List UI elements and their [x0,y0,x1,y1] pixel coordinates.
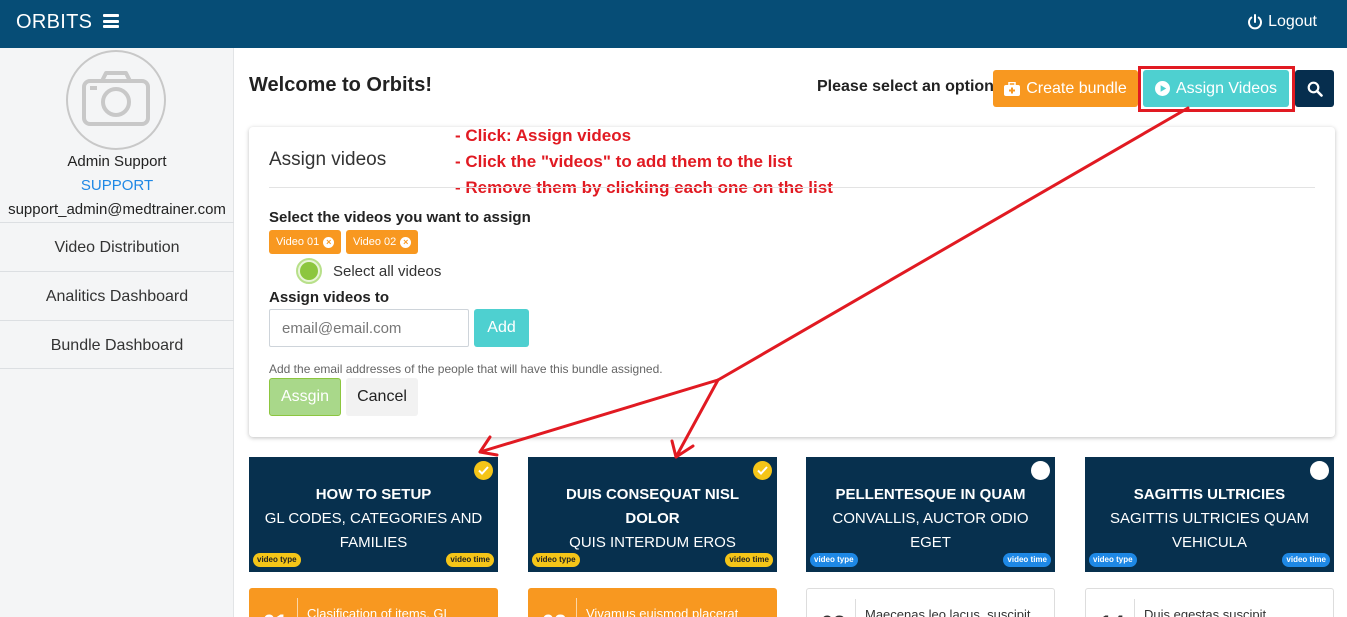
add-email-button[interactable]: Add [474,309,529,347]
video-title: HOW TO SETUP GL CODES, CATEGORIES AND FA… [259,483,488,555]
video-subtitle: QUIS INTERDUM EROS [569,534,736,551]
assign-button[interactable]: Assgin [269,378,341,416]
email-input[interactable] [269,309,469,347]
user-name: Admin Support [67,153,167,170]
top-navbar: ORBITS Logout [0,0,1347,48]
video-type-badge: video type [253,553,301,567]
video-title-text: DUIS CONSEQUAT NISL DOLOR [565,486,740,527]
avatar [66,50,166,150]
list-item-number: 02 [542,610,566,617]
medkit-icon [1004,81,1021,96]
video-subtitle: GL CODES, CATEGORIES AND FAMILIES [264,510,483,551]
divider [297,598,298,617]
assign-to-label: Assign videos to [269,289,390,306]
create-bundle-button[interactable]: Create bundle [993,70,1138,107]
cancel-button[interactable]: Cancel [346,378,418,416]
create-bundle-label: Create bundle [1026,79,1127,97]
selected-check-icon [753,461,772,480]
video-type-badge: video type [1089,553,1137,567]
search-button[interactable] [1295,70,1334,107]
list-item[interactable]: 03 Maecenas leo lacus, suscipit [806,588,1055,617]
page-title: Welcome to Orbits! [249,74,432,96]
video-type-badge: video type [532,553,580,567]
list-item-number: 01 [263,610,287,617]
list-item-text: Clasification of items, GL [307,606,451,617]
user-role: SUPPORT [80,177,154,194]
video-title-text: PELLENTESQUE IN QUAM [835,486,1026,503]
list-item-text: Maecenas leo lacus, suscipit [865,607,1031,617]
sidebar-item-bundle-dashboard[interactable]: Bundle Dashboard [0,320,234,369]
divider [576,598,577,617]
sidebar: Admin Support SUPPORT support_admin@medt… [0,48,234,617]
list-item-number: 14 [1100,611,1124,617]
video-card[interactable]: DUIS CONSEQUAT NISL DOLOR QUIS INTERDUM … [528,457,777,572]
annotation-highlight-box [1138,66,1295,112]
logout-label: Logout [1268,13,1317,30]
assign-videos-panel: Assign videos - Click: Assign videos - C… [249,126,1335,437]
select-option-label: Please select an option [817,78,994,95]
power-icon [1248,14,1263,30]
select-all-label: Select all videos [333,263,442,280]
video-time-badge: video time [1003,553,1051,567]
remove-chip-icon[interactable]: × [323,236,335,248]
divider [1134,599,1135,617]
video-title: PELLENTESQUE IN QUAM CONVALLIS, AUCTOR O… [816,483,1045,555]
video-card[interactable]: SAGITTIS ULTRICIES SAGITTIS ULTRICIES QU… [1085,457,1334,572]
selected-video-chip[interactable]: Video 01 × [269,230,342,254]
search-icon [1307,81,1323,97]
selected-check-icon [474,461,493,480]
video-subtitle: SAGITTIS ULTRICIES QUAM VEHICULA [1110,510,1309,551]
video-card[interactable]: PELLENTESQUE IN QUAM CONVALLIS, AUCTOR O… [806,457,1055,572]
select-all-toggle[interactable] [296,258,322,284]
divider [855,599,856,617]
instruction-line: - Click the "videos" to add them to the … [455,152,793,171]
video-type-badge: video type [810,553,858,567]
video-time-badge: video time [446,553,494,567]
instruction-line: - Remove them by clicking each one on th… [455,178,833,197]
video-time-badge: video time [1282,553,1330,567]
list-item-text: Vivamus euismod placerat [586,606,739,617]
brand-logo[interactable]: ORBITS [16,11,92,34]
user-email: support_admin@medtrainer.com [8,201,226,218]
select-videos-label: Select the videos you want to assign [269,209,531,226]
sidebar-item-video-distribution[interactable]: Video Distribution [0,222,234,271]
unselected-circle-icon [1031,461,1050,480]
help-text: Add the email addresses of the people th… [269,362,663,376]
video-time-badge: video time [725,553,773,567]
unselected-circle-icon [1310,461,1329,480]
list-item[interactable]: 14 Duis egestas suscipit [1085,588,1334,617]
video-title-text: SAGITTIS ULTRICIES [1133,486,1286,503]
remove-chip-icon[interactable]: × [400,236,412,248]
list-item-number: 03 [821,611,845,617]
list-item[interactable]: 01 Clasification of items, GL [249,588,498,617]
video-title: SAGITTIS ULTRICIES SAGITTIS ULTRICIES QU… [1095,483,1324,555]
sidebar-item-analitics-dashboard[interactable]: Analitics Dashboard [0,271,234,320]
list-item[interactable]: 02 Vivamus euismod placerat [528,588,777,617]
menu-toggle-icon[interactable] [103,14,119,28]
chip-label: Video 01 [276,236,320,248]
logout-button[interactable]: Logout [1247,13,1317,31]
video-card[interactable]: HOW TO SETUP GL CODES, CATEGORIES AND FA… [249,457,498,572]
video-title: DUIS CONSEQUAT NISL DOLOR QUIS INTERDUM … [538,483,767,555]
panel-title: Assign videos [269,149,387,170]
chip-label: Video 02 [353,236,397,248]
video-title-text: HOW TO SETUP [315,486,432,503]
instruction-line: - Click: Assign videos [455,126,632,145]
camera-icon [82,71,150,126]
annotation-instructions: - Click: Assign videos - Click the "vide… [455,123,833,201]
selected-video-chip[interactable]: Video 02 × [346,230,419,254]
list-item-text: Duis egestas suscipit [1144,607,1267,617]
divider [269,187,1315,188]
video-subtitle: CONVALLIS, AUCTOR ODIO EGET [832,510,1029,551]
